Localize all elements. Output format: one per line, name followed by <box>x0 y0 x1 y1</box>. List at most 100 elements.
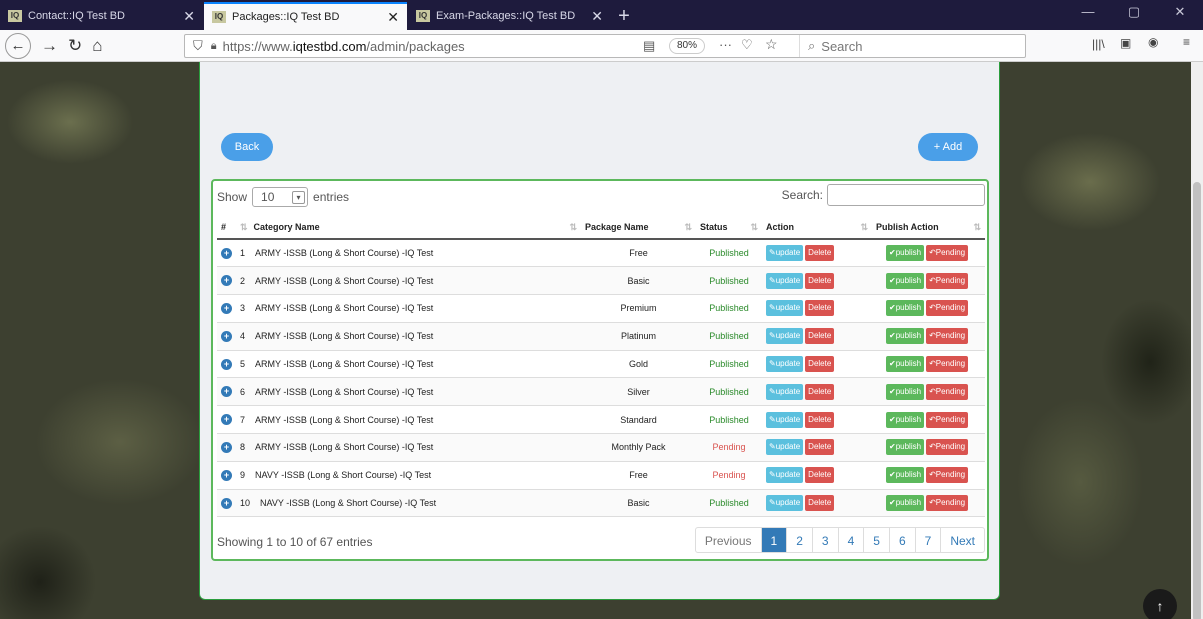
publish-button[interactable]: ✔publish <box>886 495 925 512</box>
table-search-input[interactable] <box>827 184 985 206</box>
sidebar-icon[interactable]: ▣ <box>1120 36 1131 50</box>
col-header-number[interactable]: # <box>217 216 236 240</box>
home-icon[interactable]: ⌂ <box>92 36 102 56</box>
entries-select[interactable]: 10 ▾ <box>252 187 309 207</box>
expand-icon[interactable]: + <box>221 302 232 314</box>
expand-icon[interactable]: + <box>221 358 232 370</box>
expand-icon[interactable]: + <box>221 330 232 342</box>
expand-icon[interactable]: + <box>221 441 232 453</box>
pending-button[interactable]: ↶Pending <box>926 495 969 512</box>
pending-button[interactable]: ↶Pending <box>926 356 969 373</box>
pending-button[interactable]: ↶Pending <box>926 328 969 345</box>
publish-button[interactable]: ✔publish <box>886 383 925 400</box>
url-bar[interactable]: ⛉ 🔒︎ https://www.iqtestbd.com/admin/pack… <box>184 34 1026 58</box>
delete-button[interactable]: Delete <box>805 300 835 317</box>
delete-button[interactable]: Delete <box>805 383 835 400</box>
row-number: 7 <box>240 414 246 425</box>
pending-button[interactable]: ↶Pending <box>926 411 969 428</box>
delete-button[interactable]: Delete <box>805 356 835 373</box>
page-link-previous[interactable]: Previous <box>696 528 761 552</box>
pending-button[interactable]: ↶Pending <box>926 245 969 262</box>
minimize-icon[interactable]: — <box>1065 0 1111 30</box>
pending-button[interactable]: ↶Pending <box>926 272 969 289</box>
zoom-level[interactable]: 80% <box>669 38 705 54</box>
publish-button[interactable]: ✔publish <box>886 300 925 317</box>
expand-icon[interactable]: + <box>221 497 232 509</box>
delete-button[interactable]: Delete <box>805 439 835 456</box>
forward-arrow-icon[interactable]: → <box>41 36 58 56</box>
page-link-4[interactable]: 4 <box>837 528 864 552</box>
page-link-7[interactable]: 7 <box>914 528 941 552</box>
menu-icon[interactable]: ≡ <box>1183 35 1190 49</box>
maximize-icon[interactable]: ▢ <box>1111 0 1157 30</box>
expand-icon[interactable]: + <box>221 469 232 481</box>
status-badge: Pending <box>696 461 762 490</box>
scroll-to-top-button[interactable]: ↑ <box>1143 589 1177 619</box>
update-button[interactable]: ✎update <box>766 411 804 428</box>
action-cell: ✎update Delete <box>762 322 872 351</box>
update-button[interactable]: ✎update <box>766 383 804 400</box>
pocket-icon[interactable]: ♡ <box>741 37 753 53</box>
library-icon[interactable]: |||\ <box>1092 37 1105 51</box>
scrollbar-thumb[interactable] <box>1193 182 1201 619</box>
account-icon[interactable]: ◉ <box>1148 35 1158 49</box>
browser-tab-packages[interactable]: IQ Packages::IQ Test BD ✕ <box>204 2 407 30</box>
pending-button[interactable]: ↶Pending <box>926 383 969 400</box>
delete-button[interactable]: Delete <box>805 245 835 262</box>
update-button[interactable]: ✎update <box>766 439 804 456</box>
publish-button[interactable]: ✔publish <box>886 245 925 262</box>
reader-view-icon[interactable]: ▤ <box>643 38 655 54</box>
update-button[interactable]: ✎update <box>766 356 804 373</box>
expand-icon[interactable]: + <box>221 247 232 259</box>
delete-button[interactable]: Delete <box>805 272 835 289</box>
update-button[interactable]: ✎update <box>766 467 804 484</box>
page-link-2[interactable]: 2 <box>786 528 812 552</box>
delete-button[interactable]: Delete <box>805 411 835 428</box>
col-header-package[interactable]: Package Name ⇅ <box>581 216 696 240</box>
bookmark-star-icon[interactable]: ☆ <box>765 36 778 53</box>
page-link-5[interactable]: 5 <box>863 528 889 552</box>
delete-button[interactable]: Delete <box>805 467 835 484</box>
new-tab-button[interactable]: + <box>612 2 636 30</box>
col-header-action[interactable]: Action ⇅ <box>762 216 872 240</box>
publish-button[interactable]: ✔publish <box>886 411 925 428</box>
update-button[interactable]: ✎update <box>766 495 804 512</box>
publish-button[interactable]: ✔publish <box>886 439 925 456</box>
close-icon[interactable]: ✕ <box>183 8 195 25</box>
expand-icon[interactable]: + <box>221 414 232 426</box>
page-scrollbar[interactable] <box>1191 62 1203 619</box>
close-icon[interactable]: ✕ <box>387 9 399 26</box>
delete-button[interactable]: Delete <box>805 328 835 345</box>
page-link-1[interactable]: 1 <box>760 528 787 552</box>
expand-icon[interactable]: + <box>221 275 232 287</box>
pending-button[interactable]: ↶Pending <box>926 439 969 456</box>
reload-icon[interactable]: ↻ <box>68 36 82 56</box>
pending-button[interactable]: ↶Pending <box>926 300 969 317</box>
close-window-icon[interactable]: ✕ <box>1157 0 1203 30</box>
back-button[interactable]: Back <box>221 133 273 161</box>
delete-button[interactable]: Delete <box>805 495 835 512</box>
col-header-category[interactable]: ⇅ Category Name ⇅ <box>236 216 581 240</box>
update-button[interactable]: ✎update <box>766 328 804 345</box>
publish-button[interactable]: ✔publish <box>886 467 925 484</box>
page-link-3[interactable]: 3 <box>811 528 838 552</box>
page-link-next[interactable]: Next <box>940 528 984 552</box>
col-header-status[interactable]: Status ⇅ <box>696 216 762 240</box>
browser-tab-contact[interactable]: IQ Contact::IQ Test BD ✕ <box>0 2 203 30</box>
page-actions-icon[interactable]: ··· <box>719 37 732 52</box>
update-button[interactable]: ✎update <box>766 272 804 289</box>
add-button[interactable]: + Add <box>918 133 978 161</box>
update-button[interactable]: ✎update <box>766 300 804 317</box>
close-icon[interactable]: ✕ <box>591 8 603 25</box>
publish-button[interactable]: ✔publish <box>886 356 925 373</box>
expand-icon[interactable]: + <box>221 386 232 398</box>
page-link-6[interactable]: 6 <box>888 528 915 552</box>
update-button[interactable]: ✎update <box>766 245 804 262</box>
back-arrow-icon[interactable]: ← <box>5 32 31 59</box>
publish-button[interactable]: ✔publish <box>886 328 925 345</box>
browser-tab-exam-packages[interactable]: IQ Exam-Packages::IQ Test BD ✕ <box>408 2 611 30</box>
browser-search-box[interactable]: ⌕ Search <box>799 35 1025 57</box>
publish-button[interactable]: ✔publish <box>886 272 925 289</box>
pending-button[interactable]: ↶Pending <box>926 467 969 484</box>
col-header-publish-action[interactable]: Publish Action ⇅ <box>872 216 985 240</box>
